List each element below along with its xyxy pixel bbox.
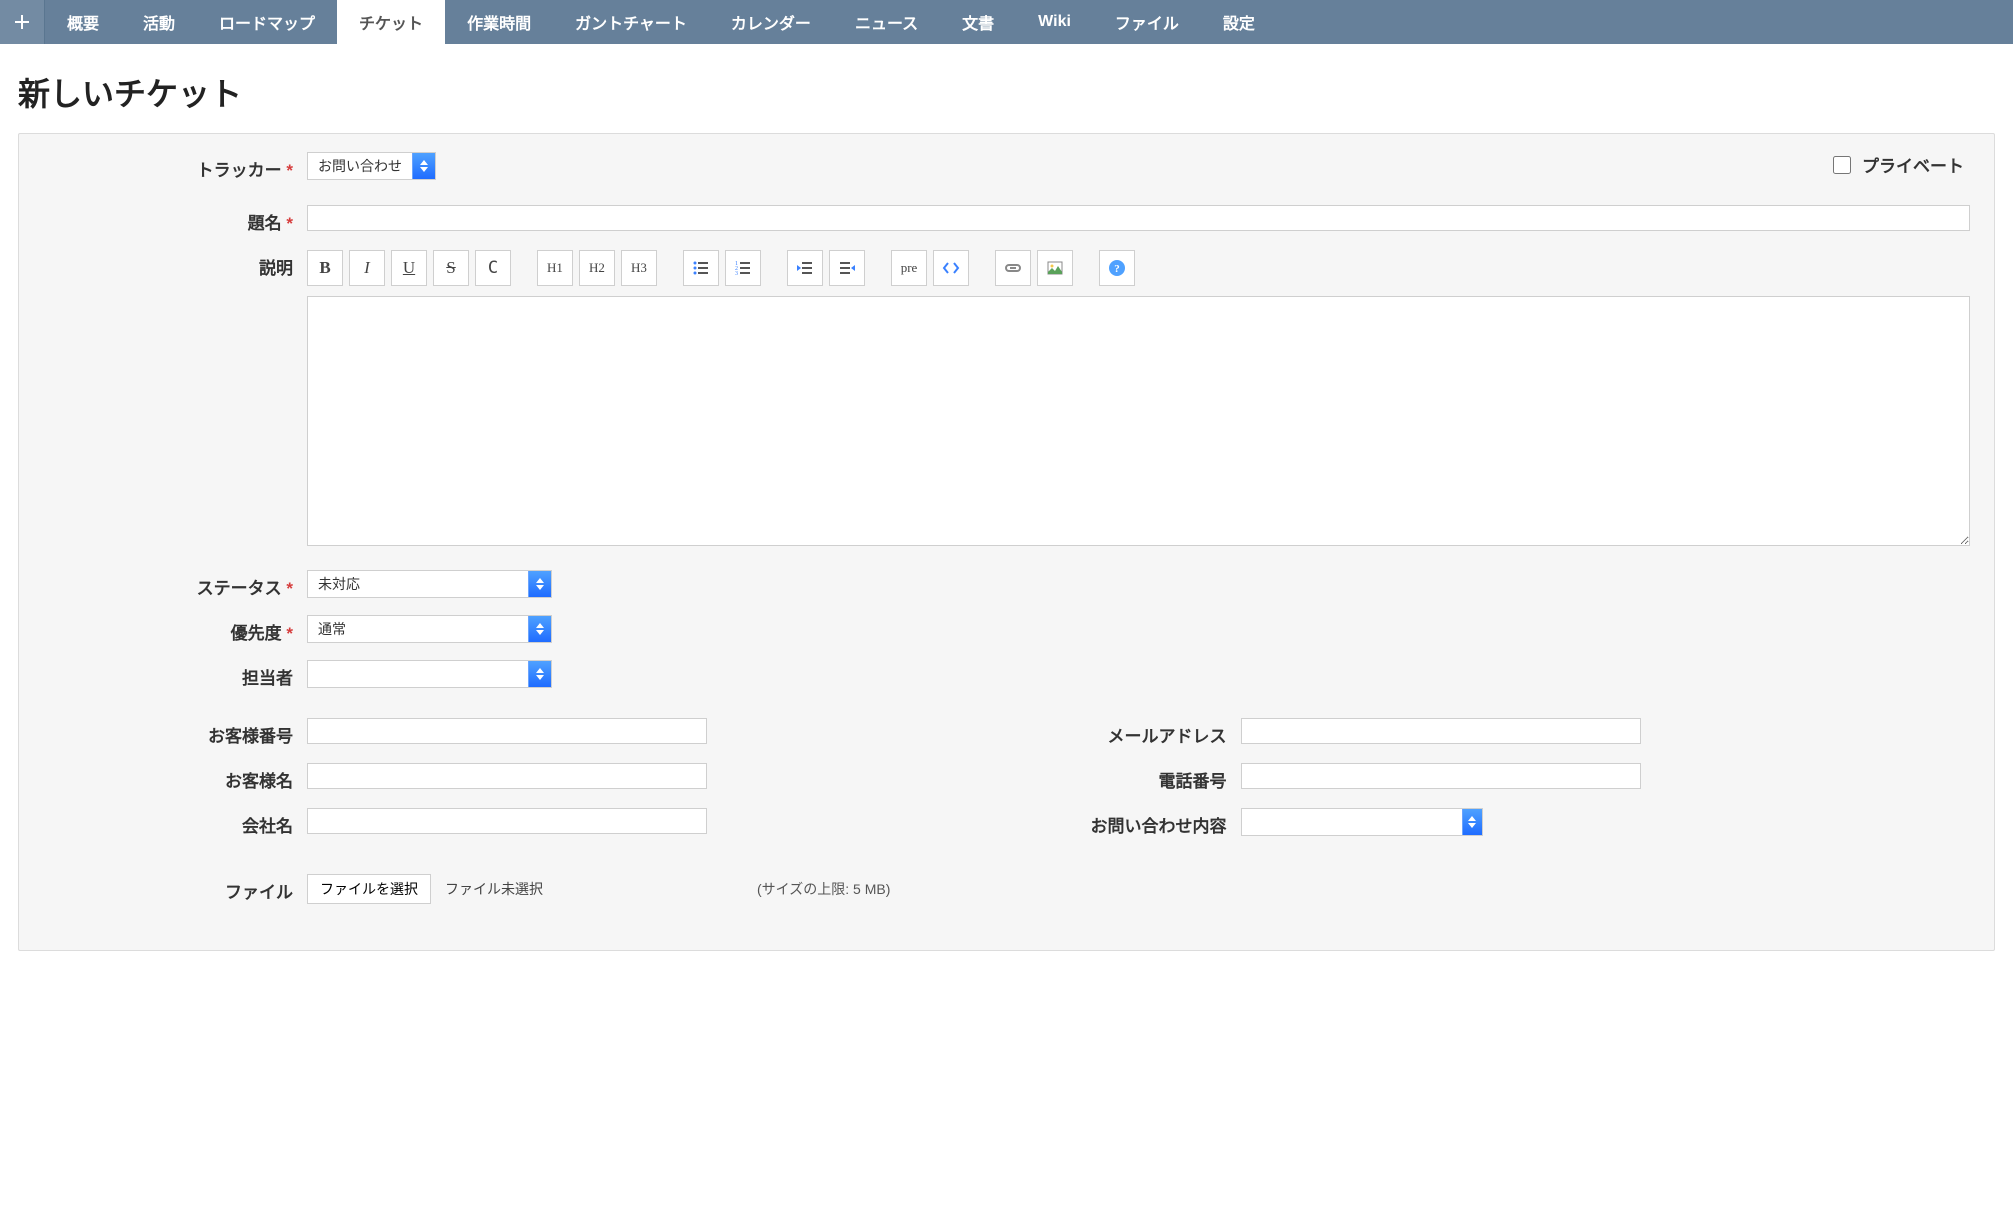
- toolbar-h2-button[interactable]: H2: [579, 250, 615, 286]
- tab-calendar[interactable]: カレンダー: [709, 0, 833, 44]
- label-priority: 優先度: [43, 615, 307, 644]
- private-label: プライベート: [1862, 152, 1964, 177]
- tab-overview[interactable]: 概要: [45, 0, 121, 44]
- toolbar-image-icon[interactable]: [1037, 250, 1073, 286]
- file-status: ファイル未選択: [445, 879, 543, 899]
- customer-no-input[interactable]: [307, 718, 707, 744]
- custom-fields: お客様番号 お客様名 会社名 メールアドレス 電話番号 お問い合わせ内容: [43, 718, 1970, 854]
- assignee-select[interactable]: [307, 660, 552, 688]
- priority-select[interactable]: 通常: [307, 615, 552, 643]
- phone-input[interactable]: [1241, 763, 1641, 789]
- toolbar-separator: [975, 250, 989, 284]
- label-company: 会社名: [43, 808, 307, 837]
- toolbar-strike-button[interactable]: S: [433, 250, 469, 286]
- label-description: 説明: [43, 250, 307, 279]
- label-status: ステータス: [43, 570, 307, 599]
- row-assignee: 担当者: [43, 660, 1970, 690]
- toolbar-ul-icon[interactable]: [683, 250, 719, 286]
- tab-activity[interactable]: 活動: [121, 0, 197, 44]
- toolbar-h1-button[interactable]: H1: [537, 250, 573, 286]
- inquiry-select[interactable]: [1241, 808, 1483, 836]
- toolbar-codeblock-icon[interactable]: [933, 250, 969, 286]
- tab-issues[interactable]: チケット: [337, 0, 445, 44]
- label-customer-no: お客様番号: [43, 718, 307, 747]
- tab-files[interactable]: ファイル: [1093, 0, 1201, 44]
- toolbar-underline-button[interactable]: U: [391, 250, 427, 286]
- toolbar-code-style-button[interactable]: C: [475, 250, 511, 286]
- svg-text:?: ?: [1114, 263, 1120, 275]
- tab-plus[interactable]: [0, 0, 45, 44]
- chevron-updown-icon: [528, 616, 551, 642]
- editor-toolbar: BIUSC H1H2H3 123 pre?: [307, 250, 1970, 286]
- chevron-updown-icon: [528, 661, 551, 687]
- customer-name-input[interactable]: [307, 763, 707, 789]
- label-email: メールアドレス: [1027, 718, 1241, 747]
- row-description: 説明 BIUSC H1H2H3 123 pre?: [43, 250, 1970, 546]
- label-inquiry: お問い合わせ内容: [1027, 808, 1241, 837]
- toolbar-pre-button[interactable]: pre: [891, 250, 927, 286]
- label-file: ファイル: [43, 874, 307, 903]
- toolbar-indent-icon[interactable]: [829, 250, 865, 286]
- label-assignee: 担当者: [43, 660, 307, 689]
- label-subject: 題名: [43, 205, 307, 234]
- toolbar-separator: [871, 250, 885, 284]
- toolbar-italic-button[interactable]: I: [349, 250, 385, 286]
- toolbar-link-icon[interactable]: [995, 250, 1031, 286]
- tab-gantt[interactable]: ガントチャート: [553, 0, 709, 44]
- row-status: ステータス 未対応: [43, 570, 1970, 599]
- chevron-updown-icon: [528, 571, 551, 597]
- label-tracker: トラッカー: [43, 152, 307, 181]
- toolbar-separator: [767, 250, 781, 284]
- tab-settings[interactable]: 設定: [1201, 0, 1277, 44]
- toolbar-separator: [663, 250, 677, 284]
- row-priority: 優先度 通常: [43, 615, 1970, 644]
- main-tabs: 概要活動ロードマップチケット作業時間ガントチャートカレンダーニュース文書Wiki…: [0, 0, 2013, 44]
- file-hint: (サイズの上限: 5 MB): [757, 879, 890, 899]
- chevron-updown-icon: [1462, 809, 1482, 835]
- tab-documents[interactable]: 文書: [940, 0, 1016, 44]
- tab-news[interactable]: ニュース: [833, 0, 940, 44]
- toolbar-ol-icon[interactable]: 123: [725, 250, 761, 286]
- issue-form-panel: プライベート トラッカー お問い合わせ 題名 説明 BIUSC H1H2H3 123…: [18, 133, 1995, 951]
- tracker-select[interactable]: お問い合わせ: [307, 152, 436, 180]
- email-input[interactable]: [1241, 718, 1641, 744]
- toolbar-outdent-icon[interactable]: [787, 250, 823, 286]
- page-title: 新しいチケット: [18, 69, 2013, 115]
- company-input[interactable]: [307, 808, 707, 834]
- tab-roadmap[interactable]: ロードマップ: [197, 0, 337, 44]
- row-tracker: トラッカー お問い合わせ: [43, 152, 1970, 181]
- label-phone: 電話番号: [1027, 763, 1241, 792]
- chevron-updown-icon: [412, 153, 435, 179]
- label-customer-name: お客様名: [43, 763, 307, 792]
- status-select[interactable]: 未対応: [307, 570, 552, 598]
- file-choose-button[interactable]: ファイルを選択: [307, 874, 431, 904]
- private-checkbox[interactable]: [1833, 156, 1851, 174]
- toolbar-separator: [1079, 250, 1093, 284]
- private-toggle[interactable]: プライベート: [1829, 152, 1964, 177]
- toolbar-h3-button[interactable]: H3: [621, 250, 657, 286]
- row-subject: 題名: [43, 205, 1970, 234]
- toolbar-bold-button[interactable]: B: [307, 250, 343, 286]
- svg-text:3: 3: [735, 271, 738, 277]
- row-file: ファイル ファイルを選択 ファイル未選択 (サイズの上限: 5 MB): [43, 874, 1970, 904]
- tab-wiki[interactable]: Wiki: [1016, 0, 1093, 44]
- toolbar-help-icon[interactable]: ?: [1099, 250, 1135, 286]
- tab-timelog[interactable]: 作業時間: [445, 0, 553, 44]
- subject-input[interactable]: [307, 205, 1970, 231]
- toolbar-separator: [517, 250, 531, 284]
- description-textarea[interactable]: [307, 296, 1970, 546]
